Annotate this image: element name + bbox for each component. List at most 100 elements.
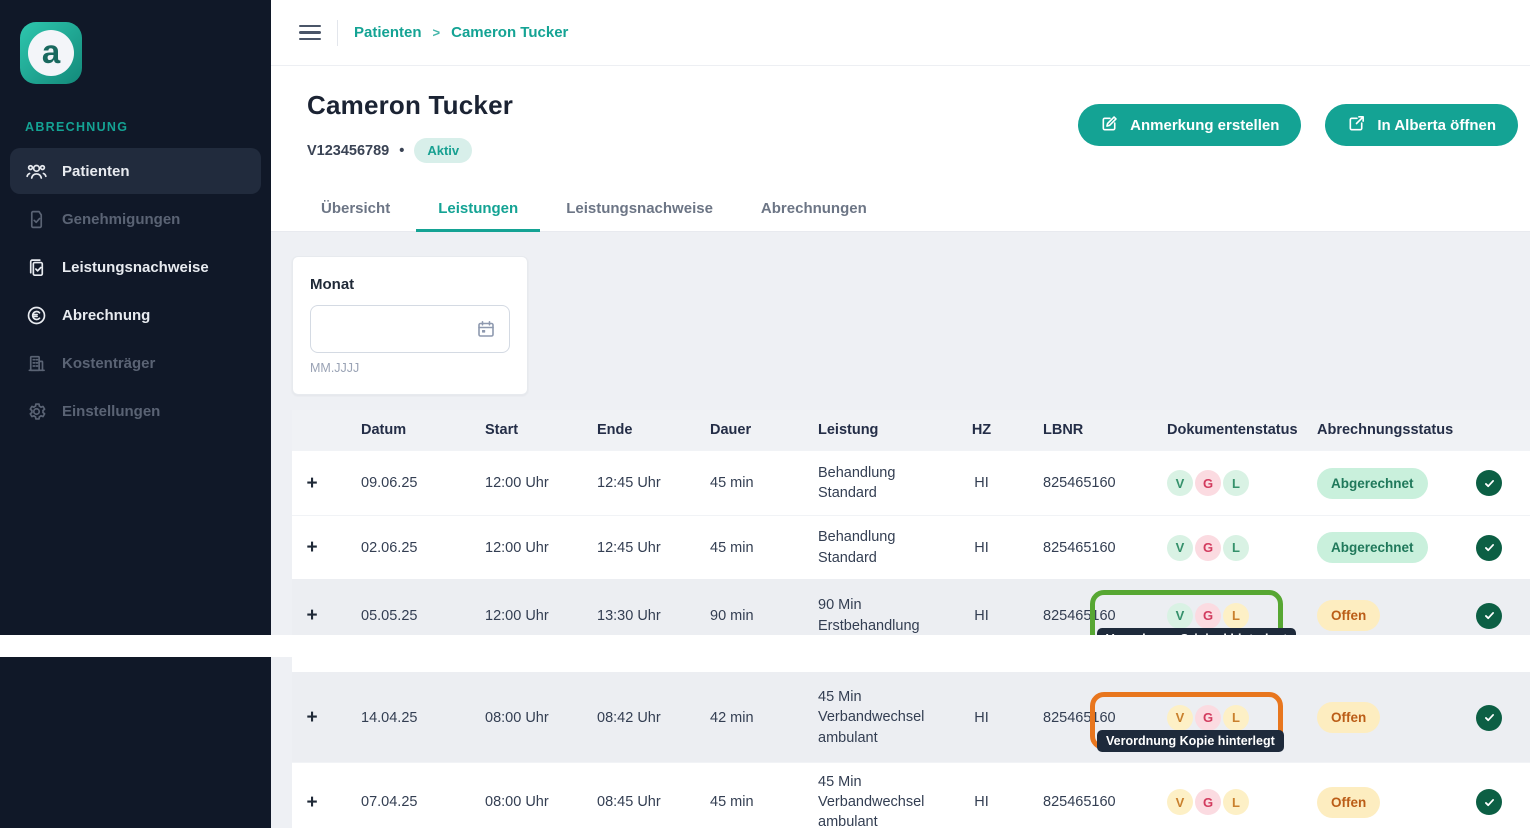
cell-abrechnungsstatus: Abgerechnet [1288, 532, 1428, 563]
doc-status-badge-l[interactable]: L [1223, 789, 1249, 815]
abrechnungsstatus-badge: Offen [1317, 600, 1380, 631]
cell-dokumentenstatus: VGL [1138, 763, 1288, 828]
table-row: + 05.05.25 12:00 Uhr 13:30 Uhr 90 min 90… [292, 579, 1530, 651]
cell-ende: 08:42 Uhr [568, 710, 681, 726]
cell-lbnr: 825465160 [1014, 794, 1138, 810]
check-icon [1476, 535, 1502, 561]
sidebar-item-abrechnung[interactable]: Abrechnung [10, 292, 261, 338]
cell-checked [1428, 705, 1530, 731]
expand-row-button[interactable]: + [306, 708, 317, 727]
external-link-icon [1347, 114, 1366, 137]
check-icon [1476, 603, 1502, 629]
doc-status-tooltip: Verordnung Original hinterlegt [1097, 628, 1296, 650]
tab-uebersicht[interactable]: Übersicht [297, 185, 414, 231]
doc-status-badge-g[interactable]: G [1195, 705, 1221, 731]
abrechnungsstatus-badge: Offen [1317, 787, 1380, 818]
sidebar-item-leistungsnachweise[interactable]: Leistungsnachweise [10, 244, 261, 290]
tab-leistungsnachweise[interactable]: Leistungsnachweise [542, 185, 737, 231]
doc-status-badge-g[interactable]: G [1195, 470, 1221, 496]
expand-row-button[interactable]: + [306, 538, 317, 557]
table-row: + 14.04.25 08:00 Uhr 08:42 Uhr 42 min 45… [292, 672, 1530, 762]
calendar-icon[interactable] [476, 319, 496, 339]
column-header-hz: HZ [949, 422, 1014, 438]
sidebar-item-label: Einstellungen [62, 403, 160, 420]
doc-status-badge-l[interactable]: L [1223, 603, 1249, 629]
doc-status-badge-l[interactable]: L [1223, 470, 1249, 496]
check-icon [1476, 705, 1502, 731]
cell-ende: 12:45 Uhr [568, 540, 681, 556]
cell-datum: 02.06.25 [332, 540, 456, 556]
sidebar-item-label: Abrechnung [62, 307, 150, 324]
edit-square-icon [1100, 114, 1119, 137]
tab-leistungen[interactable]: Leistungen [414, 185, 542, 231]
column-header-dauer: Dauer [681, 422, 789, 438]
sidebar-item-genehmigungen[interactable]: Genehmigungen [10, 196, 261, 242]
cell-start: 12:00 Uhr [456, 540, 568, 556]
expand-row-button[interactable]: + [306, 606, 317, 625]
column-header-ende: Ende [568, 422, 681, 438]
tab-bar: ÜbersichtLeistungenLeistungsnachweiseAbr… [271, 185, 1530, 232]
building-icon [25, 352, 47, 374]
breadcrumb: Patienten > Cameron Tucker [354, 24, 568, 41]
check-icon [1476, 470, 1502, 496]
column-header-dokumentenstatus: Dokumentenstatus [1138, 422, 1288, 438]
cell-abrechnungsstatus: Offen [1288, 787, 1428, 818]
breadcrumb-item-cameron-tucker[interactable]: Cameron Tucker [451, 24, 568, 41]
expand-row-button[interactable]: + [306, 793, 317, 812]
breadcrumb-item-patienten[interactable]: Patienten [354, 24, 422, 41]
breadcrumb-separator: > [433, 25, 441, 40]
cell-hz: HI [949, 794, 1014, 810]
cell-lbnr: 825465160 [1014, 608, 1138, 624]
doc-status-badge-v[interactable]: V [1167, 535, 1193, 561]
sidebar-item-label: Kostenträger [62, 355, 155, 372]
doc-status-badge-l[interactable]: L [1223, 535, 1249, 561]
cell-datum: 14.04.25 [332, 710, 456, 726]
month-filter-label: Monat [310, 276, 510, 293]
sidebar-item-einstellungen[interactable]: Einstellungen [10, 388, 261, 434]
cell-datum: 07.04.25 [332, 794, 456, 810]
cell-dauer: 45 min [681, 794, 789, 810]
cell-checked [1428, 535, 1530, 561]
cell-ende: 12:45 Uhr [568, 475, 681, 491]
page-title: Cameron Tucker [307, 90, 513, 121]
expand-row-button[interactable]: + [306, 474, 317, 493]
cell-leistung: Behandlung Standard [789, 527, 949, 568]
stitch-gap-row [292, 651, 1530, 672]
doc-status-badge-g[interactable]: G [1195, 535, 1221, 561]
column-header-start: Start [456, 422, 568, 438]
doc-status-badge-v[interactable]: V [1167, 470, 1193, 496]
doc-status-badge-l[interactable]: L [1223, 705, 1249, 731]
hamburger-menu-icon[interactable] [299, 25, 321, 40]
sidebar-item-patienten[interactable]: Patienten [10, 148, 261, 194]
cell-lbnr: 825465160 [1014, 475, 1138, 491]
sidebar-item-kostentraeger[interactable]: Kostenträger [10, 340, 261, 386]
cell-start: 08:00 Uhr [456, 710, 568, 726]
sidebar-nav: Patienten Genehmigungen Leistungsnachwei… [0, 148, 271, 434]
sidebar-item-label: Genehmigungen [62, 211, 180, 228]
subline-separator: • [399, 143, 404, 159]
abrechnungsstatus-badge: Abgerechnet [1317, 468, 1428, 499]
doc-status-badge-g[interactable]: G [1195, 603, 1221, 629]
cell-datum: 05.05.25 [332, 608, 456, 624]
table-row: + 09.06.25 12:00 Uhr 12:45 Uhr 45 min Be… [292, 450, 1530, 515]
doc-status-badge-g[interactable]: G [1195, 789, 1221, 815]
doc-status-tooltip: Verordnung Kopie hinterlegt [1097, 730, 1284, 752]
gear-icon [25, 400, 47, 422]
cell-leistung: 45 Min Verbandwechsel ambulant [789, 687, 949, 748]
doc-status-badge-v[interactable]: V [1167, 789, 1193, 815]
cell-ende: 13:30 Uhr [568, 608, 681, 624]
open-in-alberta-button[interactable]: In Alberta öffnen [1325, 104, 1518, 146]
tab-abrechnungen[interactable]: Abrechnungen [737, 185, 891, 231]
create-note-button[interactable]: Anmerkung erstellen [1078, 104, 1301, 146]
main-area: Patienten>Cameron Tucker Cameron Tucker … [271, 0, 1530, 828]
cell-abrechnungsstatus: Abgerechnet [1288, 468, 1428, 499]
status-badge: Aktiv [414, 138, 472, 163]
doc-status-badge-v[interactable]: V [1167, 603, 1193, 629]
cell-dauer: 90 min [681, 608, 789, 624]
sidebar-section-label: ABRECHNUNG [25, 120, 271, 134]
month-input[interactable] [324, 321, 476, 337]
cell-checked [1428, 789, 1530, 815]
euro-circle-icon [25, 304, 47, 326]
cell-lbnr: 825465160 [1014, 710, 1138, 726]
doc-status-badge-v[interactable]: V [1167, 705, 1193, 731]
